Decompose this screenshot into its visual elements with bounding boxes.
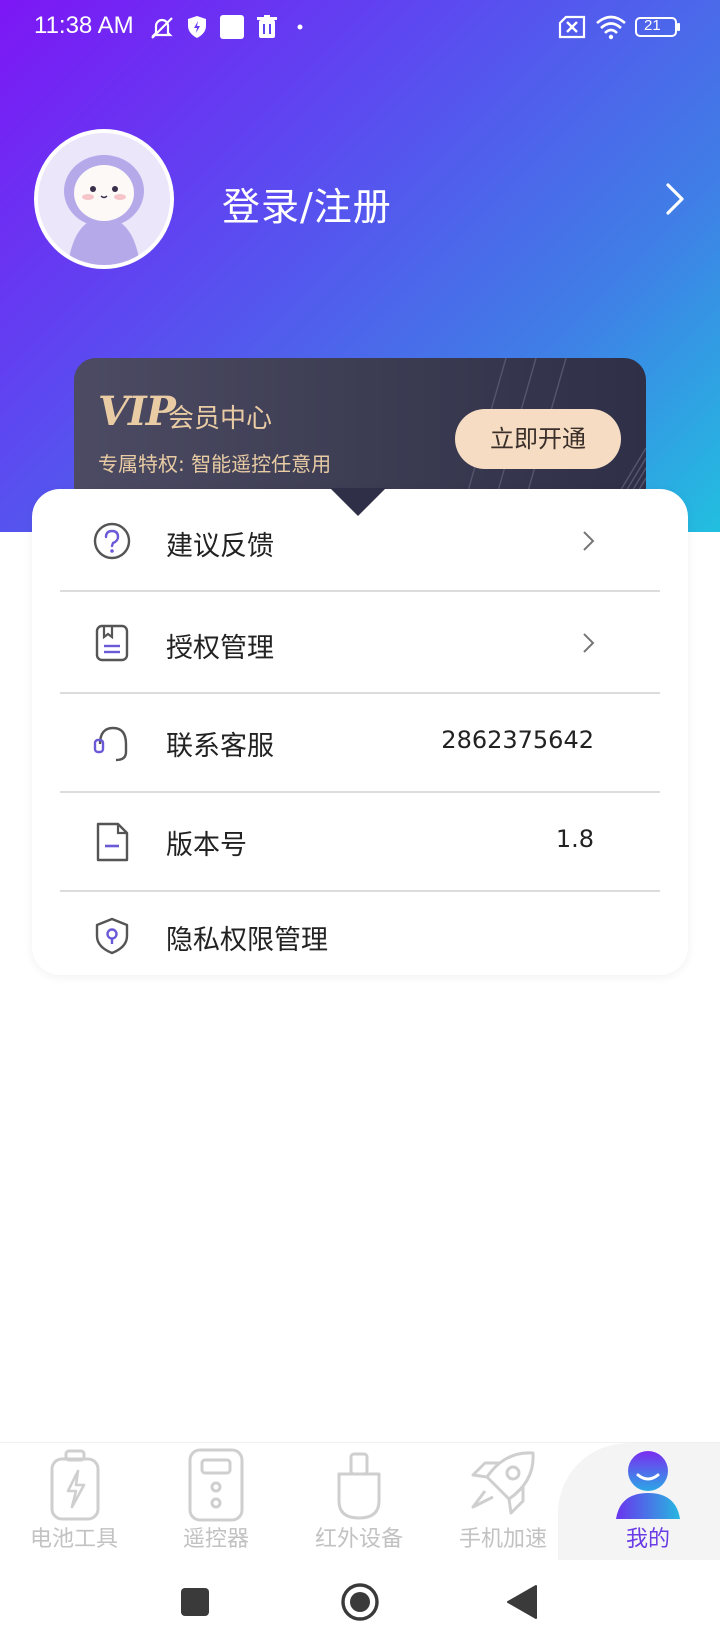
tab-label: 遥控器 xyxy=(182,1527,249,1552)
menu-item-feedback[interactable]: 建议反馈 xyxy=(28,490,628,590)
avatar[interactable] xyxy=(34,129,174,269)
login-register-link[interactable]: 登录/注册 xyxy=(222,176,392,231)
chevron-right-icon[interactable] xyxy=(664,181,688,217)
bottom-tab-bar: 电池工具 遥控器 红外设备 手机加速 我的 xyxy=(0,1442,720,1561)
menu-item-label: 建议反馈 xyxy=(166,531,274,562)
menu-item-version: 版本号 1.8 xyxy=(28,793,628,889)
question-icon xyxy=(93,522,131,560)
trash-icon xyxy=(257,15,277,38)
back-icon[interactable] xyxy=(506,1584,538,1620)
system-navigation-bar xyxy=(0,1560,720,1650)
tab-mine[interactable]: 我的 xyxy=(576,1443,720,1561)
file-icon xyxy=(96,822,129,862)
status-bar: 11:38 AM 21 xyxy=(0,0,720,56)
tab-label: 我的 xyxy=(625,1527,670,1552)
version-number: 1.8 xyxy=(555,825,594,853)
tab-infrared-devices[interactable]: 红外设备 xyxy=(287,1443,431,1561)
home-icon[interactable] xyxy=(340,1582,380,1622)
activate-vip-button[interactable]: 立即开通 xyxy=(455,409,621,469)
status-time: 11:38 AM xyxy=(34,12,134,39)
tab-label: 电池工具 xyxy=(29,1527,118,1552)
menu-item-authorization[interactable]: 授权管理 xyxy=(28,592,628,692)
rocket-icon xyxy=(471,1451,535,1515)
chevron-right-icon xyxy=(583,633,595,653)
usb-device-icon xyxy=(337,1452,381,1520)
wifi-icon xyxy=(596,15,626,40)
tab-label: 手机加速 xyxy=(458,1527,547,1552)
shield-icon xyxy=(188,16,206,38)
menu-item-label: 授权管理 xyxy=(166,633,274,664)
headset-icon xyxy=(93,726,128,762)
app-icon xyxy=(220,15,244,39)
menu-item-customer-service[interactable]: 联系客服 2862375642 xyxy=(28,694,628,790)
tab-phone-boost[interactable]: 手机加速 xyxy=(431,1443,575,1561)
no-sim-icon xyxy=(558,15,586,39)
tab-remote-control[interactable]: 遥控器 xyxy=(144,1443,288,1561)
battery-level: 21 xyxy=(644,17,661,34)
menu-item-label: 联系客服 xyxy=(166,731,274,762)
chevron-right-icon xyxy=(583,531,595,551)
robot-avatar-icon xyxy=(64,155,144,265)
location-shield-icon xyxy=(95,917,129,955)
tab-label: 红外设备 xyxy=(314,1527,403,1552)
remote-control-icon xyxy=(188,1448,244,1522)
customer-service-number: 2862375642 xyxy=(441,726,594,754)
menu-item-privacy[interactable]: 隐私权限管理 xyxy=(28,892,628,972)
tab-battery-tools[interactable]: 电池工具 xyxy=(2,1443,146,1561)
menu-item-label: 版本号 xyxy=(166,830,247,861)
menu-item-label: 隐私权限管理 xyxy=(166,925,328,956)
battery-bolt-icon xyxy=(50,1449,100,1521)
dot-icon xyxy=(297,24,303,30)
vip-logo: VIP xyxy=(98,388,176,435)
document-bookmark-icon xyxy=(95,624,129,662)
vip-subtitle: 专属特权: 智能遥控任意用 xyxy=(98,452,332,476)
vip-card[interactable]: VIP 会员中心 专属特权: 智能遥控任意用 立即开通 xyxy=(74,358,646,498)
user-icon xyxy=(616,1451,680,1519)
notifications-off-icon xyxy=(151,17,173,39)
vip-title: 会员中心 xyxy=(168,404,273,434)
recent-apps-icon[interactable] xyxy=(181,1588,209,1616)
